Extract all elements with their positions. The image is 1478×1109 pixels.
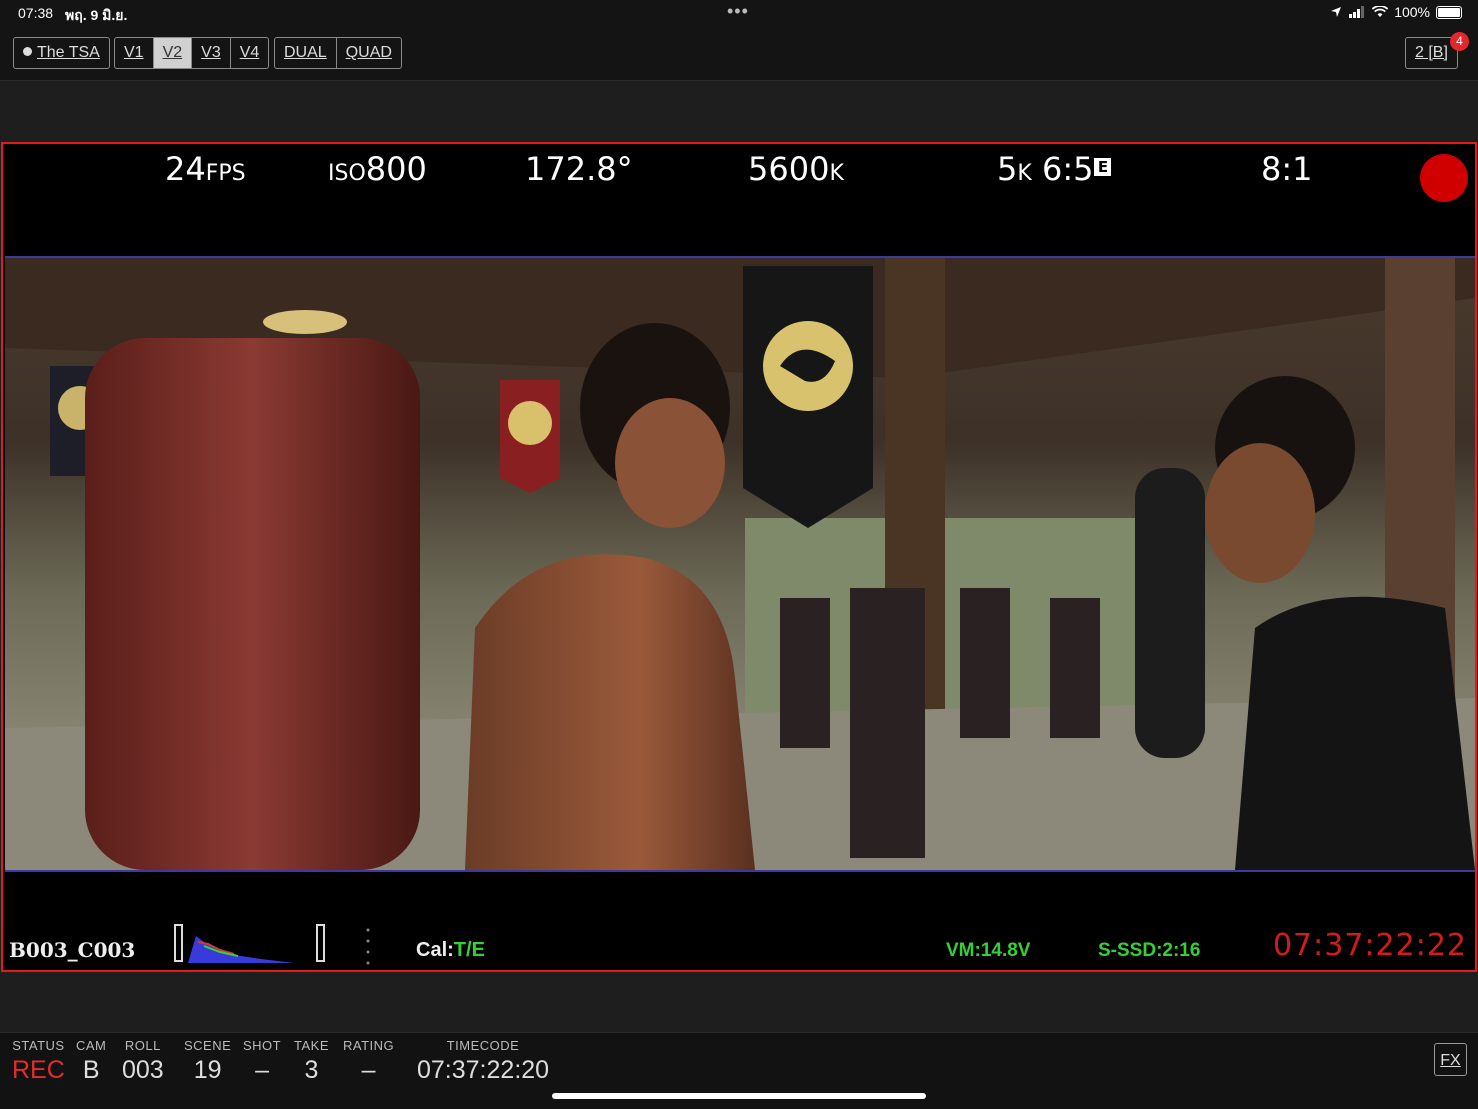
home-indicator[interactable]	[552, 1093, 926, 1099]
roll-field: ROLL 003	[122, 1038, 164, 1085]
cam-field: CAM B	[76, 1038, 106, 1085]
take-label: TAKE	[294, 1038, 329, 1053]
dual-layout-button[interactable]: DUAL	[275, 38, 337, 68]
view-v4-button[interactable]: V4	[231, 38, 269, 68]
view-selector: V1 V2 V3 V4	[114, 37, 270, 69]
trainer-foreground	[1235, 596, 1475, 870]
histogram-bracket-left	[174, 924, 183, 962]
camera-status-overlay: B003_C003 Cal:T/E VM:14.8V S-SSD:2:16 07…	[3, 872, 1475, 970]
resolution-readout: 5K 6:5 E	[997, 150, 1112, 188]
view-v2-button[interactable]: V2	[153, 38, 193, 68]
video-scene	[5, 258, 1475, 870]
timecode-value: 07:37:22:20	[417, 1056, 550, 1084]
scene-value: 19	[193, 1056, 222, 1084]
cellular-signal-icon	[1349, 6, 1365, 18]
fighter-foreground	[465, 554, 755, 870]
video-frame[interactable]	[5, 256, 1475, 872]
shot-value: –	[255, 1056, 270, 1084]
media-readout: S-SSD:2:16	[1098, 940, 1201, 961]
status-date: พฤ. 9 มิ.ย.	[65, 7, 128, 23]
project-selector[interactable]: The TSA	[13, 37, 110, 69]
rating-field: RATING –	[343, 1038, 394, 1085]
rating-value: –	[361, 1056, 376, 1084]
iso-label: ISO	[328, 161, 366, 186]
iso-readout: ISO800	[328, 150, 427, 188]
fps-readout: 24FPS	[165, 150, 246, 188]
scene-label: SCENE	[184, 1038, 232, 1053]
status-bar: 07:38 พฤ. 9 มิ.ย. ••• 100%	[0, 0, 1478, 26]
calibration-readout: Cal:T/E	[416, 939, 485, 962]
dot-icon	[23, 47, 32, 56]
layout-selector: DUAL QUAD	[274, 37, 402, 69]
recording-indicator	[1420, 154, 1468, 202]
wifi-icon	[1372, 6, 1389, 17]
audio-meter-icon	[366, 928, 370, 965]
take-field: TAKE 3	[294, 1038, 329, 1085]
quad-layout-button[interactable]: QUAD	[337, 38, 401, 68]
cam-label: CAM	[76, 1038, 107, 1053]
cal-value: T/E	[453, 939, 485, 961]
multitasking-dots[interactable]: •••	[727, 1, 749, 22]
toolbar: The TSA V1 V2 V3 V4 DUAL QUAD 2 [B]	[0, 26, 1478, 81]
wb-unit: K	[829, 161, 844, 186]
clip-name: B003_C003	[9, 938, 136, 962]
shutter-readout: 172.8°	[525, 150, 633, 188]
wb-value: 5600	[748, 150, 830, 188]
status-field: STATUS REC	[12, 1038, 65, 1085]
status-indicators: 100%	[1330, 4, 1462, 20]
aspect-value: 6:5	[1041, 150, 1094, 188]
rating-label: RATING	[343, 1038, 395, 1053]
resolution-unit: K	[1017, 161, 1032, 186]
camera-monitor[interactable]: 24FPS ISO800 172.8° 5600K 5K 6:5 E 8:1 B…	[1, 142, 1477, 972]
cal-label: Cal:	[416, 939, 454, 961]
heavy-bag	[1135, 468, 1205, 758]
compression-readout: 8:1	[1261, 150, 1313, 188]
shot-field: SHOT –	[243, 1038, 281, 1085]
battery-icon	[1436, 5, 1462, 19]
histogram-bracket-right	[316, 924, 325, 962]
resolution-value: 5	[997, 150, 1018, 188]
aspect-badge: E	[1094, 158, 1112, 176]
camera-settings-overlay: 24FPS ISO800 172.8° 5600K 5K 6:5 E 8:1	[3, 144, 1475, 256]
roll-label: ROLL	[124, 1038, 161, 1053]
project-button[interactable]: The TSA	[14, 38, 109, 68]
battery-percentage: 100%	[1394, 4, 1430, 20]
project-name: The TSA	[37, 44, 100, 61]
white-balance-readout: 5600K	[748, 150, 844, 188]
fps-unit: FPS	[205, 161, 246, 186]
camera-timecode: 07:37:22:22	[1272, 928, 1467, 963]
status-value: REC	[12, 1056, 65, 1084]
fx-button[interactable]: FX	[1434, 1043, 1467, 1076]
scene-field: SCENE 19	[184, 1038, 231, 1085]
status-label: STATUS	[12, 1038, 65, 1053]
shot-label: SHOT	[243, 1038, 282, 1053]
view-v1-button[interactable]: V1	[115, 38, 154, 68]
fps-value: 24	[165, 150, 206, 188]
punching-bag	[85, 338, 420, 870]
voltage-readout: VM:14.8V	[946, 940, 1031, 961]
status-time: 07:38	[18, 5, 54, 21]
timecode-field: TIMECODE 07:37:22:20	[417, 1038, 549, 1085]
view-v3-button[interactable]: V3	[192, 38, 231, 68]
iso-value: 800	[365, 150, 427, 188]
take-value: 3	[304, 1056, 319, 1084]
roll-value: 003	[122, 1056, 164, 1084]
histogram-icon	[188, 936, 294, 963]
cam-value: B	[82, 1056, 100, 1084]
location-arrow-icon	[1331, 7, 1342, 17]
timecode-label: TIMECODE	[446, 1038, 520, 1053]
notification-badge: 4	[1450, 32, 1469, 51]
